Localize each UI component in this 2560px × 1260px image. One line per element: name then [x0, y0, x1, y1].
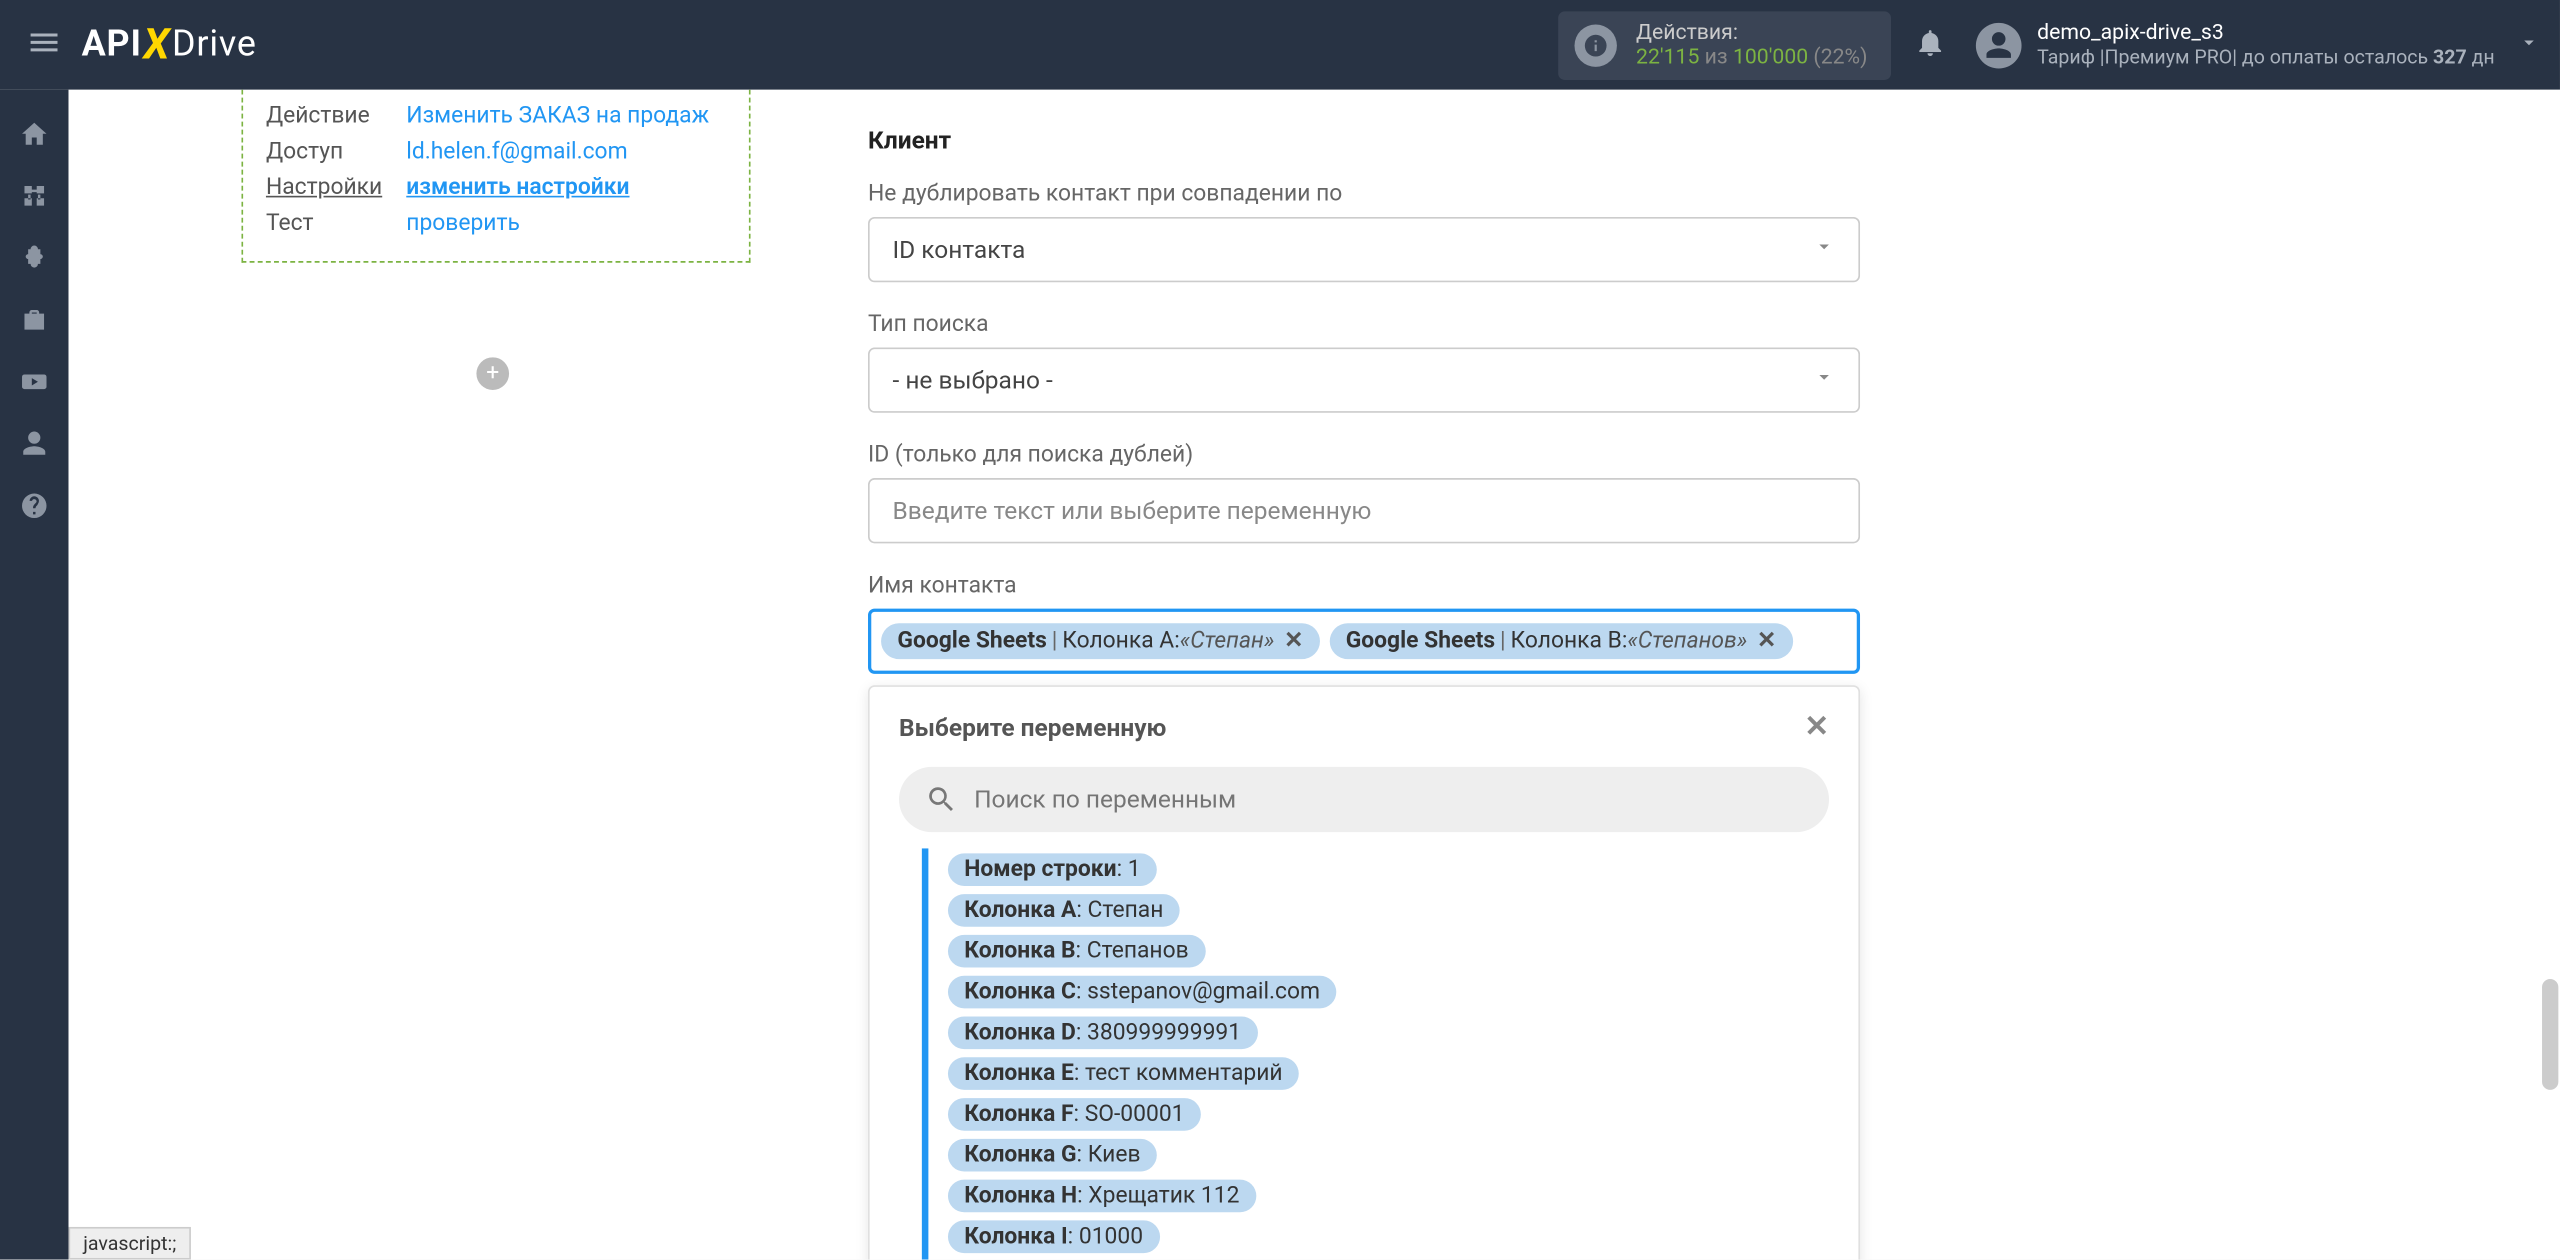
- info-icon: [1574, 24, 1616, 66]
- variable-item[interactable]: Колонка F: SO-00001: [899, 1093, 1829, 1134]
- actions-value: 22'115 из 100'000 (22%): [1636, 45, 1867, 69]
- profile-icon[interactable]: [0, 413, 69, 475]
- contact-name-input[interactable]: Google Sheets|Колонка A: «Степан»✕ Googl…: [868, 609, 1860, 674]
- search-icon: [925, 783, 958, 816]
- actions-label: Действия:: [1636, 20, 1867, 44]
- briefcase-icon[interactable]: [0, 289, 69, 351]
- field-label: Тип поиска: [868, 312, 1860, 338]
- summary-row: Настройкиизменить настройки: [266, 170, 726, 206]
- billing-icon[interactable]: [0, 227, 69, 289]
- variable-list: Номер строки: 1Колонка A: СтепанКолонка …: [870, 848, 1859, 1259]
- variable-item[interactable]: Колонка A: Степан: [899, 889, 1829, 930]
- chevron-down-icon: [2518, 29, 2541, 60]
- user-tariff: Тариф |Премиум PRO| до оплаты осталось 3…: [2037, 46, 2495, 69]
- user-menu[interactable]: demo_apix-drive_s3 Тариф |Премиум PRO| д…: [1975, 21, 2540, 68]
- select-value: - не выбрано -: [892, 365, 1052, 394]
- variable-item[interactable]: Колонка I: 01000: [899, 1216, 1829, 1257]
- sidebar: [0, 90, 69, 1260]
- summary-row: Тестпроверить: [266, 206, 726, 242]
- variable-search[interactable]: [899, 767, 1829, 832]
- summary-row: Доступld.helen.f@gmail.com: [266, 134, 726, 170]
- form: Клиент Не дублировать контакт при совпад…: [868, 126, 1860, 674]
- chevron-down-icon: [1813, 235, 1836, 264]
- dedup-select[interactable]: ID контакта: [868, 217, 1860, 282]
- notifications-icon[interactable]: [1913, 25, 1946, 64]
- variable-search-input[interactable]: [974, 785, 1803, 814]
- connection-summary-box: ДействиеИзменить ЗАКАЗ на продаж Доступl…: [241, 90, 750, 263]
- variable-item[interactable]: Колонка J: Заказ на продажу: [899, 1256, 1829, 1259]
- variable-item[interactable]: Колонка H: Хрещатик 112: [899, 1175, 1829, 1216]
- variable-item[interactable]: Колонка C: sstepanov@gmail.com: [899, 971, 1829, 1012]
- variable-item[interactable]: Колонка G: Киев: [899, 1134, 1829, 1175]
- search-type-select[interactable]: - не выбрано -: [868, 348, 1860, 413]
- field-label: Имя контакта: [868, 573, 1860, 599]
- variable-item[interactable]: Колонка E: тест комментарий: [899, 1052, 1829, 1093]
- field-label: Не дублировать контакт при совпадении по: [868, 181, 1860, 207]
- variable-picker-popup: Выберите переменную ✕ Номер строки: 1Кол…: [868, 685, 1860, 1259]
- add-step-button[interactable]: +: [476, 357, 509, 390]
- popup-title: Выберите переменную: [899, 712, 1166, 741]
- logo-text: API: [82, 24, 142, 65]
- remove-chip-icon[interactable]: ✕: [1284, 628, 1303, 654]
- status-bar: javascript:;: [69, 1227, 192, 1260]
- variable-item[interactable]: Номер строки: 1: [899, 848, 1829, 889]
- id-input[interactable]: Введите текст или выберите переменную: [868, 478, 1860, 543]
- menu-button[interactable]: [20, 17, 69, 72]
- variable-item[interactable]: Колонка D: 380999999991: [899, 1012, 1829, 1053]
- field-label: ID (только для поиска дублей): [868, 442, 1860, 468]
- remove-chip-icon[interactable]: ✕: [1757, 628, 1776, 654]
- close-icon[interactable]: ✕: [1804, 710, 1829, 744]
- chevron-down-icon: [1813, 365, 1836, 394]
- actions-counter[interactable]: Действия: 22'115 из 100'000 (22%): [1558, 11, 1891, 80]
- header: APIXDrive Действия: 22'115 из 100'000 (2…: [0, 0, 2560, 90]
- logo[interactable]: APIXDrive: [82, 20, 257, 69]
- help-icon[interactable]: [0, 475, 69, 537]
- connections-icon[interactable]: [0, 165, 69, 227]
- section-title: Клиент: [868, 126, 1860, 155]
- variable-chip: Google Sheets|Колонка B: «Степанов»✕: [1329, 623, 1792, 659]
- logo-x: X: [143, 20, 170, 69]
- main-content: ДействиеИзменить ЗАКАЗ на продаж Доступl…: [69, 90, 2560, 1260]
- youtube-icon[interactable]: [0, 351, 69, 413]
- avatar-icon: [1975, 22, 2021, 68]
- logo-text2: Drive: [172, 24, 257, 65]
- variable-item[interactable]: Колонка B: Степанов: [899, 930, 1829, 971]
- select-value: ID контакта: [892, 235, 1025, 264]
- summary-row: ДействиеИзменить ЗАКАЗ на продаж: [266, 98, 726, 134]
- scrollbar[interactable]: [2542, 979, 2558, 1090]
- variable-chip: Google Sheets|Колонка A: «Степан»✕: [881, 623, 1320, 659]
- user-name: demo_apix-drive_s3: [2037, 21, 2495, 45]
- home-icon[interactable]: [0, 103, 69, 165]
